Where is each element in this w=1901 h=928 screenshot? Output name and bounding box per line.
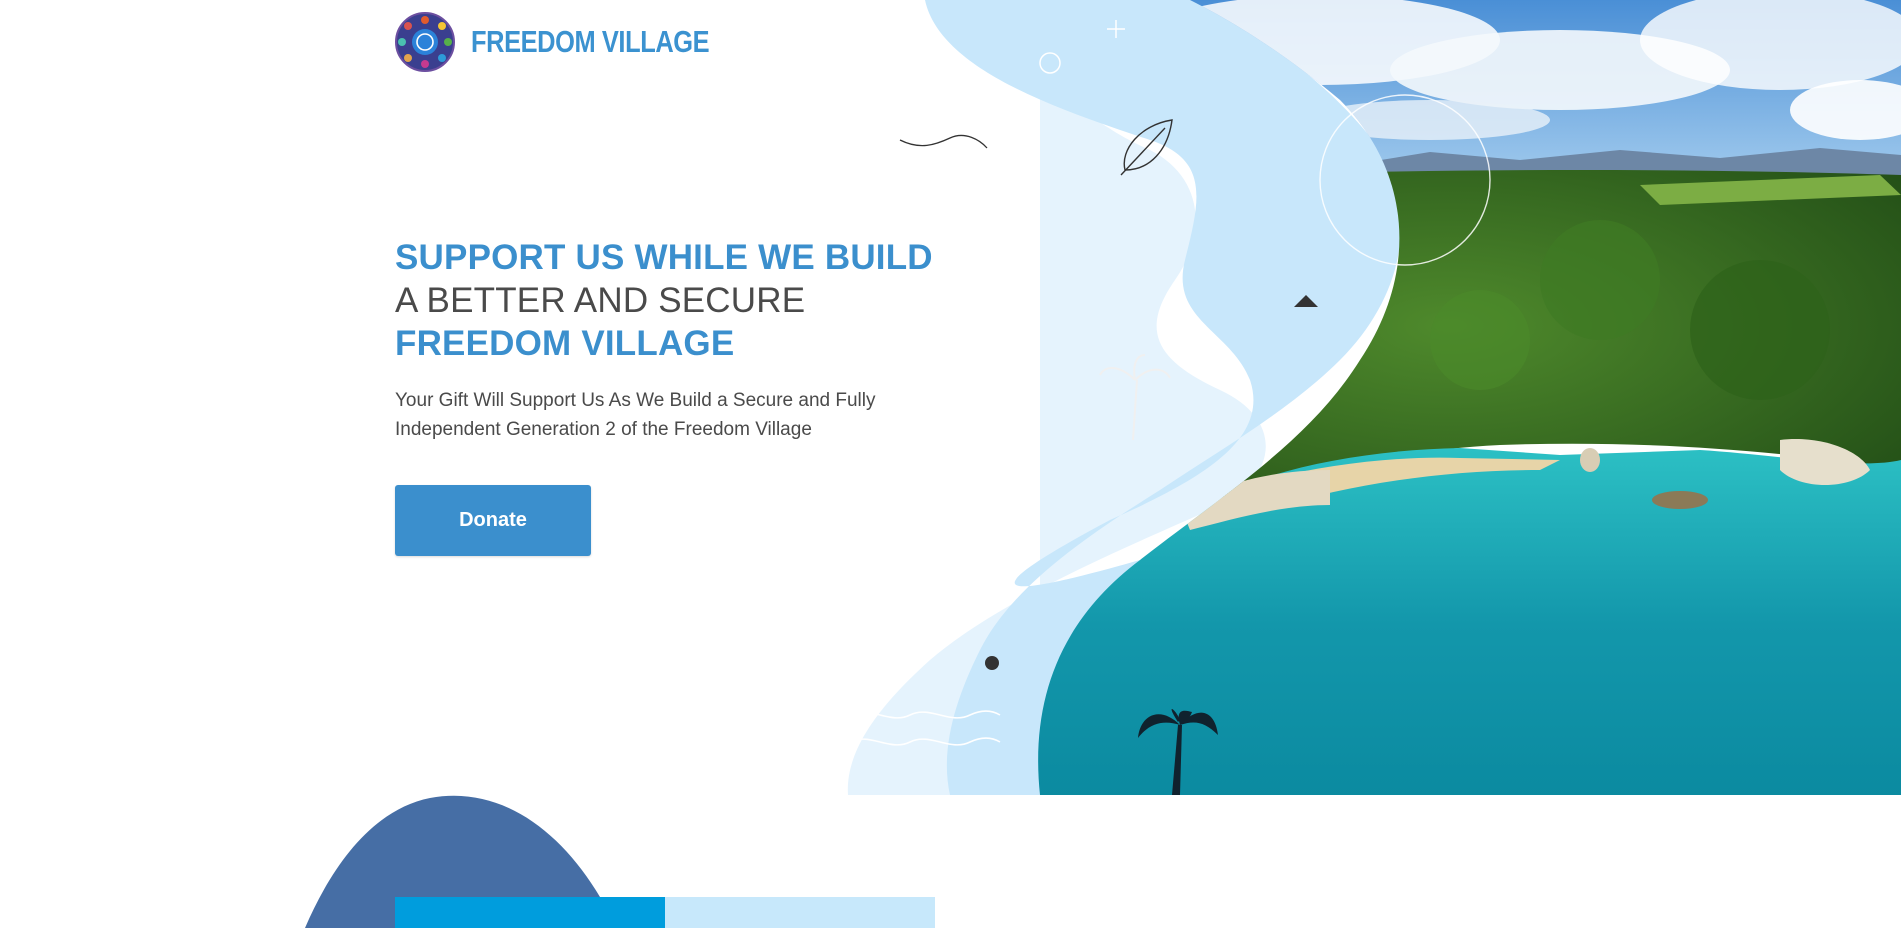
- squiggle-icon: [899, 134, 988, 149]
- section-blob-artwork: [305, 795, 620, 928]
- hero-artwork: [800, 0, 1901, 795]
- headline-line-2: A BETTER AND SECURE: [395, 281, 806, 320]
- tab-bar-inactive[interactable]: [665, 897, 935, 928]
- headline-line-1: SUPPORT US WHILE WE BUILD: [395, 238, 933, 277]
- headline-line-3: FREEDOM VILLAGE: [395, 324, 735, 363]
- dot-icon: [985, 656, 999, 670]
- hero-subtitle: Your Gift Will Support Us As We Build a …: [395, 390, 876, 440]
- section-tabs: [395, 897, 935, 928]
- brand-logo[interactable]: FREEDOM VILLAGE: [395, 12, 761, 72]
- globe-logo-icon: [395, 12, 455, 72]
- tab-bar-active[interactable]: [395, 897, 665, 928]
- brand-name: FREEDOM VILLAGE: [471, 24, 710, 59]
- hero-headline: SUPPORT US WHILE WE BUILD A BETTER AND S…: [395, 236, 995, 365]
- donate-button[interactable]: Donate: [395, 485, 591, 556]
